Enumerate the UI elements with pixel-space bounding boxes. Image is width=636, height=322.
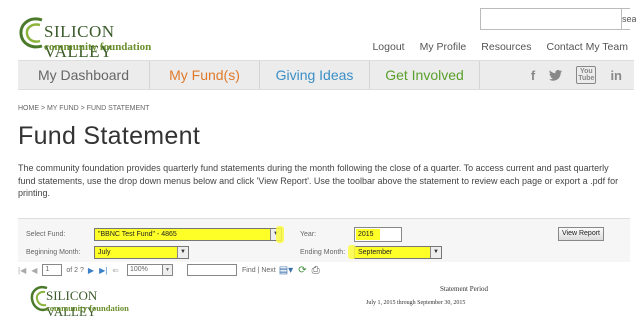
linkedin-icon[interactable]: in	[610, 68, 622, 83]
logout-link[interactable]: Logout	[372, 41, 404, 53]
facebook-icon[interactable]: f	[531, 68, 535, 83]
year-label: Year:	[300, 231, 317, 238]
next-page-icon[interactable]: ▶	[88, 266, 94, 275]
my-profile-link[interactable]: My Profile	[420, 41, 467, 53]
chevron-down-icon: ▼	[162, 265, 172, 275]
ending-month-label: Ending Month:	[300, 249, 346, 256]
refresh-icon[interactable]: ⟳	[298, 265, 306, 276]
page-number-input[interactable]: 1	[42, 264, 63, 276]
nav-my-dashboard[interactable]: My Dashboard	[18, 61, 150, 89]
page-intro: The community foundation provides quarte…	[18, 163, 619, 198]
chevron-down-icon: ▼	[430, 247, 441, 258]
beginning-month-label: Beginning Month:	[26, 249, 81, 256]
ending-month-dropdown[interactable]: September ▼	[354, 246, 442, 259]
breadcrumb[interactable]: HOME > MY FUND > FUND STATEMENT	[18, 105, 149, 112]
zoom-value: 100%	[130, 266, 148, 273]
social-links: f You Tube in	[531, 66, 622, 84]
ending-month-value: September	[358, 249, 393, 256]
search-input[interactable]	[481, 9, 621, 29]
logo-subtitle: community foundation	[44, 41, 152, 53]
report-logo-subtitle: community foundation	[46, 303, 129, 313]
youtube-icon[interactable]: You Tube	[576, 66, 597, 84]
find-next-links[interactable]: Find | Next	[242, 267, 276, 274]
twitter-icon[interactable]	[549, 69, 563, 81]
beginning-month-value: July	[98, 249, 111, 256]
export-icon[interactable]: ▤▾	[279, 265, 293, 276]
logo[interactable]: SILICON VALLEY community foundation	[18, 14, 178, 61]
year-input[interactable]: 2015	[354, 227, 402, 242]
year-value: 2015	[356, 229, 380, 240]
select-fund-label: Select Fund:	[26, 231, 66, 238]
select-fund-dropdown[interactable]: "BBNC Test Fund" - 4865 ▼	[94, 228, 282, 241]
highlight-mark	[348, 245, 356, 259]
last-page-icon[interactable]: ▶|	[99, 266, 107, 275]
contact-my-team-link[interactable]: Contact My Team	[546, 41, 628, 53]
previous-page-icon[interactable]: ◀	[31, 266, 37, 275]
statement-period-range: July 1, 2015 through September 30, 2015	[366, 300, 466, 306]
back-icon[interactable]: ⇐	[112, 266, 119, 275]
nav-giving-ideas[interactable]: Giving Ideas	[260, 61, 370, 89]
report-logo: SILICON VALLEY community foundation	[30, 283, 150, 319]
zoom-select[interactable]: 100% ▼	[127, 264, 173, 276]
resources-link[interactable]: Resources	[481, 41, 531, 53]
page-title: Fund Statement	[18, 122, 201, 150]
nav-get-involved[interactable]: Get Involved	[370, 61, 480, 89]
page-count: of 2 ?	[66, 266, 84, 274]
report-parameters: Select Fund: "BBNC Test Fund" - 4865 ▼ Y…	[18, 218, 630, 262]
top-search: search	[480, 8, 636, 30]
report-toolbar: |◀ ◀ 1 of 2 ? ▶ ▶| ⇐ 100% ▼ Find | Next …	[18, 262, 630, 278]
statement-period-title: Statement Period	[440, 285, 489, 293]
view-report-button[interactable]: View Report	[558, 227, 604, 241]
highlight-mark	[276, 226, 284, 243]
chevron-down-icon: ▼	[177, 247, 188, 258]
nav-my-funds[interactable]: My Fund(s)	[150, 61, 260, 89]
print-icon[interactable]: ⎙	[312, 265, 320, 276]
select-fund-value: "BBNC Test Fund" - 4865	[98, 231, 177, 238]
beginning-month-dropdown[interactable]: July ▼	[94, 246, 189, 259]
search-button[interactable]: search	[621, 9, 636, 29]
first-page-icon[interactable]: |◀	[18, 266, 26, 275]
find-input[interactable]	[187, 264, 237, 276]
top-links: Logout My Profile Resources Contact My T…	[357, 41, 628, 53]
main-nav: My Dashboard My Fund(s) Giving Ideas Get…	[18, 60, 634, 90]
